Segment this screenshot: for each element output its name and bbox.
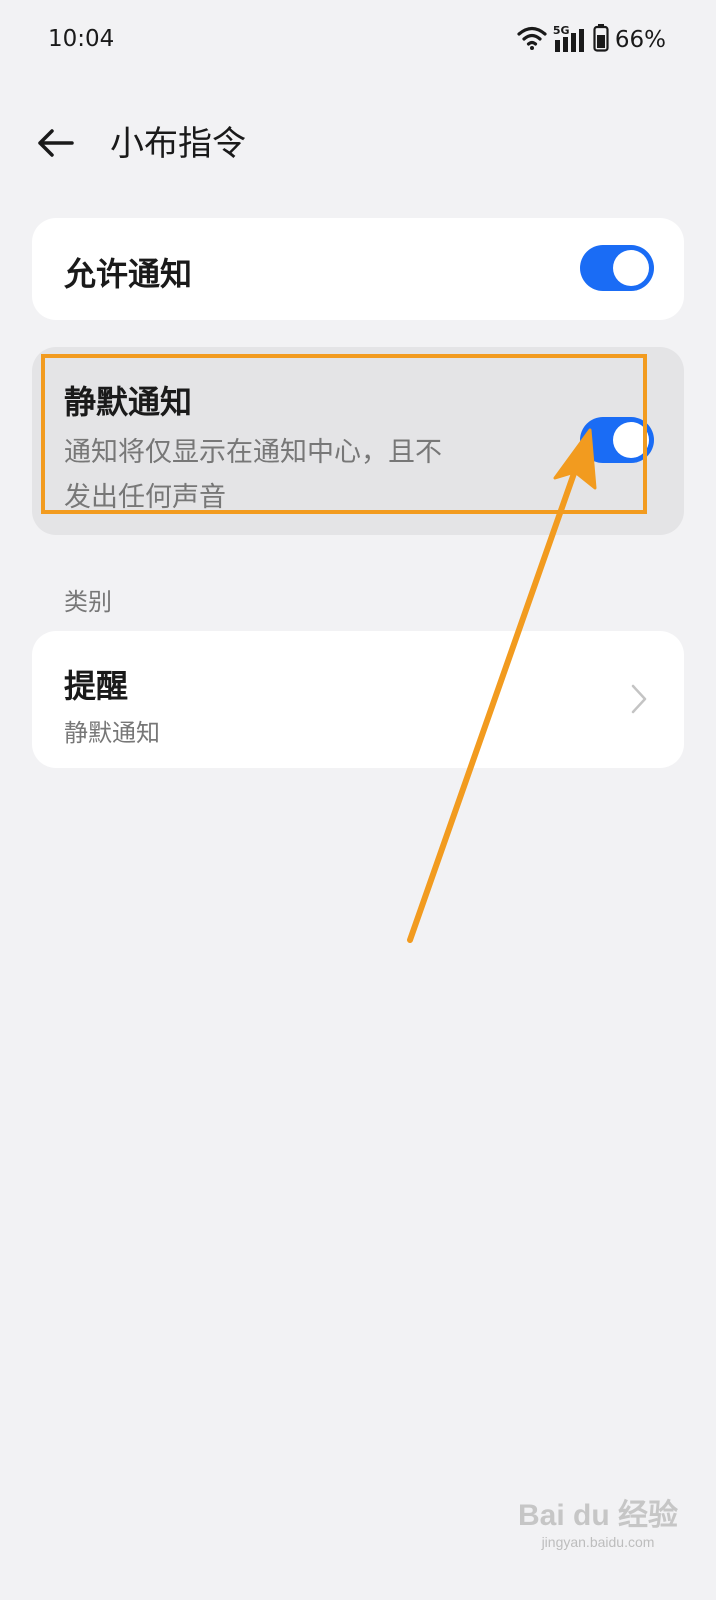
battery-percentage: 66% [614,27,666,53]
reminder-title: 提醒 [64,667,129,705]
watermark-main: Bai du 经验 [517,1499,678,1532]
page-title: 小布指令 [110,124,246,164]
silent-notifications-toggle[interactable] [580,417,654,463]
category-item-reminder[interactable]: 提醒 静默通知 [32,631,684,768]
silent-notifications-description-line2: 发出任何声音 [64,482,226,513]
allow-notifications-toggle[interactable] [580,245,654,291]
silent-notifications-label: 静默通知 [64,383,193,421]
allow-notifications-label: 允许通知 [64,255,193,293]
toggle-knob [613,250,649,286]
back-button[interactable] [30,120,80,170]
chevron-right-icon [630,683,648,719]
toggle-knob [613,422,649,458]
reminder-subtitle: 静默通知 [64,719,160,747]
status-bar: 10:04 5G 66% [0,0,716,84]
back-arrow-icon [36,128,74,162]
page-header: 小布指令 [0,100,716,190]
silent-notifications-card: 静默通知 通知将仅显示在通知中心，且不 发出任何声音 [32,347,684,535]
category-section-label: 类别 [64,588,112,616]
battery-icon [593,24,609,56]
watermark-sub: jingyan.baidu.com [541,1534,655,1550]
silent-notifications-description-line1: 通知将仅显示在通知中心，且不 [64,437,442,468]
baidu-jingyan-watermark: Bai du 经验 jingyan.baidu.com [518,1490,678,1550]
wifi-icon [517,25,547,55]
allow-notifications-card: 允许通知 [32,218,684,320]
cellular-signal-icon: 5G [553,24,587,54]
status-icons: 5G 66% [517,24,666,56]
status-time: 10:04 [48,26,115,52]
